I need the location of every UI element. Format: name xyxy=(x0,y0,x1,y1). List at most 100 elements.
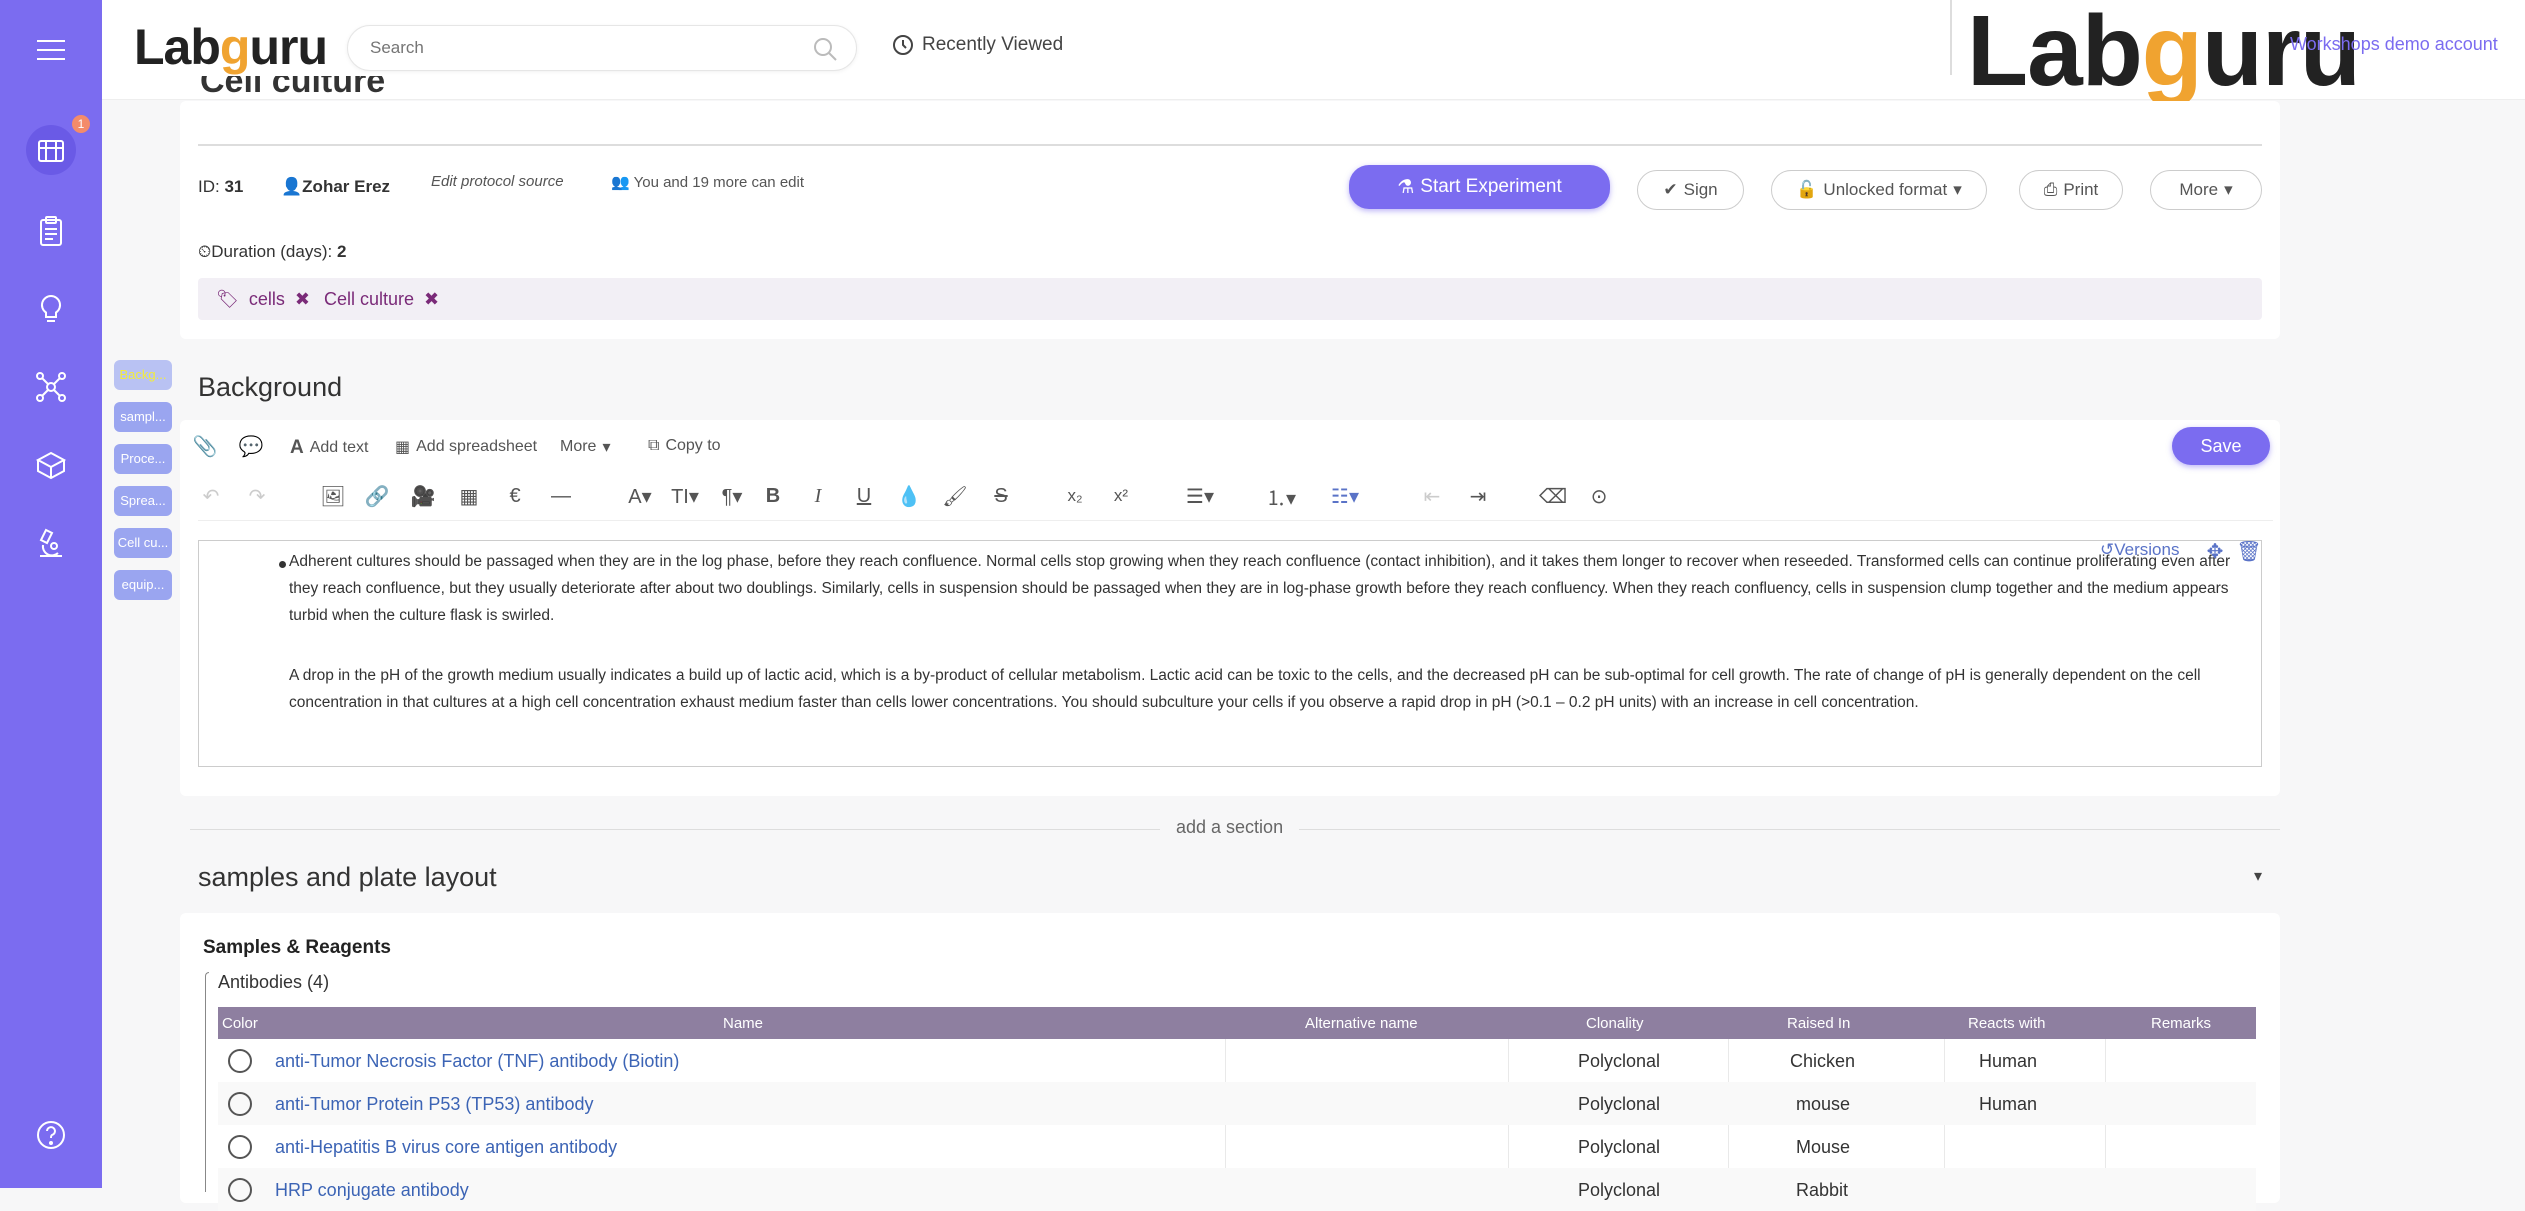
hamburger-menu-icon[interactable] xyxy=(26,25,76,75)
insert-table-icon[interactable]: ▦ xyxy=(454,481,484,511)
redo-icon[interactable]: ↷ xyxy=(242,481,272,511)
more-dropdown-toolbar[interactable]: More ▾ xyxy=(560,437,610,457)
col-reacts-with[interactable]: Reacts with xyxy=(1968,1015,2046,1032)
paragraph-format-dropdown-icon[interactable]: ¶▾ xyxy=(712,481,752,511)
outdent-icon[interactable]: ⇤ xyxy=(1417,481,1447,511)
add-text-button[interactable]: A Add text xyxy=(290,437,368,459)
insert-link-icon[interactable]: 🔗 xyxy=(362,481,392,511)
font-size-dropdown-icon[interactable]: TI▾ xyxy=(665,481,705,511)
background-section-title[interactable]: Background xyxy=(198,372,342,403)
tag-cell-culture[interactable]: Cell culture ✖ xyxy=(324,289,439,310)
protocol-owner[interactable]: 👤Zohar Erez xyxy=(281,177,390,197)
more-dropdown[interactable]: More ▾ xyxy=(2150,170,2262,210)
row-select-radio[interactable] xyxy=(228,1178,252,1202)
microscope-icon xyxy=(39,528,62,557)
sidebar-item-inventory[interactable] xyxy=(26,125,76,175)
section-nav-samples[interactable]: sampl... xyxy=(114,402,172,432)
versions-link[interactable]: ↺Versions xyxy=(2100,540,2179,560)
sidebar-item-equipment[interactable] xyxy=(26,518,76,568)
caret-down-icon: ▾ xyxy=(1953,180,1962,199)
font-color-dropdown-icon[interactable]: A▾ xyxy=(620,481,660,511)
subscript-icon[interactable]: x₂ xyxy=(1060,481,1090,511)
table-row[interactable]: anti-Tumor Necrosis Factor (TNF) antibod… xyxy=(218,1039,2256,1082)
col-remarks[interactable]: Remarks xyxy=(2151,1015,2211,1032)
remove-tag-icon[interactable]: ✖ xyxy=(295,289,310,310)
col-color[interactable]: Color xyxy=(222,1015,258,1032)
section-nav-background[interactable]: Backg... xyxy=(114,360,172,390)
user-icon: 👤 xyxy=(281,177,303,196)
highlight-color-icon[interactable]: 💧 xyxy=(894,481,924,511)
col-raised-in[interactable]: Raised In xyxy=(1787,1015,1850,1032)
row-name-link[interactable]: anti-Tumor Necrosis Factor (TNF) antibod… xyxy=(275,1051,679,1072)
antibodies-group-label[interactable]: Antibodies (4) xyxy=(218,972,329,993)
clock-icon: ⏲ xyxy=(198,242,212,261)
start-experiment-button[interactable]: ⚗ Start Experiment xyxy=(1349,165,1610,209)
bold-icon[interactable]: B xyxy=(758,481,788,511)
sidebar-item-storage[interactable] xyxy=(26,440,76,490)
help-button[interactable] xyxy=(26,1110,76,1160)
remove-tag-icon[interactable]: ✖ xyxy=(424,289,439,310)
table-row[interactable]: anti-Tumor Protein P53 (TP53) antibody P… xyxy=(218,1082,2256,1125)
search-box[interactable] xyxy=(347,25,857,71)
background-editor[interactable]: Adherent cultures should be passaged whe… xyxy=(198,540,2262,767)
add-spreadsheet-button[interactable]: ▦ Add spreadsheet xyxy=(395,437,537,457)
clear-format-icon[interactable]: ⌫ xyxy=(1538,481,1568,511)
sign-button[interactable]: ✔ Sign xyxy=(1637,170,1744,210)
editors-info[interactable]: 👥 You and 19 more can edit xyxy=(611,173,804,191)
sidebar-item-projects[interactable] xyxy=(26,284,76,334)
undo-icon[interactable]: ↶ xyxy=(196,481,226,511)
edit-protocol-source-link[interactable]: Edit protocol source xyxy=(431,173,564,190)
background-paragraph-2[interactable]: A drop in the pH of the growth medium us… xyxy=(289,662,2249,716)
search-input[interactable] xyxy=(370,26,800,70)
row-select-radio[interactable] xyxy=(228,1092,252,1116)
col-clonality[interactable]: Clonality xyxy=(1586,1015,1644,1032)
save-button[interactable]: Save xyxy=(2172,427,2270,465)
add-section-button[interactable]: add a section xyxy=(1160,817,1300,838)
row-select-radio[interactable] xyxy=(228,1049,252,1073)
row-select-radio[interactable] xyxy=(228,1135,252,1159)
section-nav-cell-culture[interactable]: Cell cu... xyxy=(114,528,172,558)
row-raised-in: Mouse xyxy=(1796,1137,1851,1157)
sidebar-item-protocols[interactable] xyxy=(26,206,76,256)
italic-icon[interactable]: I xyxy=(803,481,833,511)
table-row[interactable]: anti-Hepatitis B virus core antigen anti… xyxy=(218,1125,2256,1168)
align-dropdown-icon[interactable]: ☰▾ xyxy=(1180,481,1220,511)
indent-icon[interactable]: ⇥ xyxy=(1463,481,1493,511)
insert-image-icon[interactable]: 🖼 xyxy=(318,481,348,511)
horizontal-line-icon[interactable]: — xyxy=(546,481,576,511)
tag-cells[interactable]: 🏷 cells ✖ xyxy=(216,289,310,310)
special-character-icon[interactable]: € xyxy=(500,481,530,511)
unlocked-format-dropdown[interactable]: 🔓 Unlocked format ▾ xyxy=(1771,170,1987,210)
ordered-list-dropdown-icon[interactable]: ⒈▾ xyxy=(1258,481,1304,511)
unordered-list-dropdown-icon[interactable]: ☷▾ xyxy=(1322,481,1368,511)
paint-brush-icon[interactable]: 🖌 xyxy=(940,481,970,511)
row-name-link[interactable]: anti-Tumor Protein P53 (TP53) antibody xyxy=(275,1094,593,1115)
section-nav-procedure[interactable]: Proce... xyxy=(114,444,172,474)
print-button[interactable]: ⎙ Print xyxy=(2019,170,2123,210)
col-name[interactable]: Name xyxy=(723,1015,763,1032)
superscript-icon[interactable]: x² xyxy=(1106,481,1136,511)
move-icon[interactable]: ✥ xyxy=(2200,536,2230,566)
section-nav-spreadsheet[interactable]: Sprea... xyxy=(114,486,172,516)
samples-section-title[interactable]: samples and plate layout xyxy=(198,862,497,893)
trash-icon[interactable]: 🗑 xyxy=(2234,536,2264,566)
app-logo[interactable]: Labguru xyxy=(134,18,328,76)
copy-to-button[interactable]: ⧉ Copy to xyxy=(648,437,721,455)
account-switcher[interactable]: Workshops demo account xyxy=(2290,34,2498,55)
comment-icon[interactable]: 💬 xyxy=(236,431,266,461)
background-paragraph-1[interactable]: Adherent cultures should be passaged whe… xyxy=(289,548,2249,629)
collapse-caret-icon[interactable]: ▾ xyxy=(2254,866,2262,886)
search-icon[interactable] xyxy=(812,36,838,62)
row-name-link[interactable]: anti-Hepatitis B virus core antigen anti… xyxy=(275,1137,617,1158)
underline-icon[interactable]: U xyxy=(849,481,879,511)
table-row[interactable]: HRP conjugate antibody Polyclonal Rabbit xyxy=(218,1168,2256,1211)
row-name-link[interactable]: HRP conjugate antibody xyxy=(275,1180,469,1201)
insert-video-icon[interactable]: 🎥 xyxy=(408,481,438,511)
section-nav-equipment[interactable]: equip... xyxy=(114,570,172,600)
col-alternative-name[interactable]: Alternative name xyxy=(1305,1015,1418,1032)
strikethrough-icon[interactable]: S xyxy=(986,481,1016,511)
target-icon[interactable]: ⊙ xyxy=(1584,481,1614,511)
sidebar-item-workflows[interactable] xyxy=(26,362,76,412)
attach-icon[interactable]: 📎 xyxy=(190,431,220,461)
recently-viewed-link[interactable]: Recently Viewed xyxy=(892,34,1063,56)
